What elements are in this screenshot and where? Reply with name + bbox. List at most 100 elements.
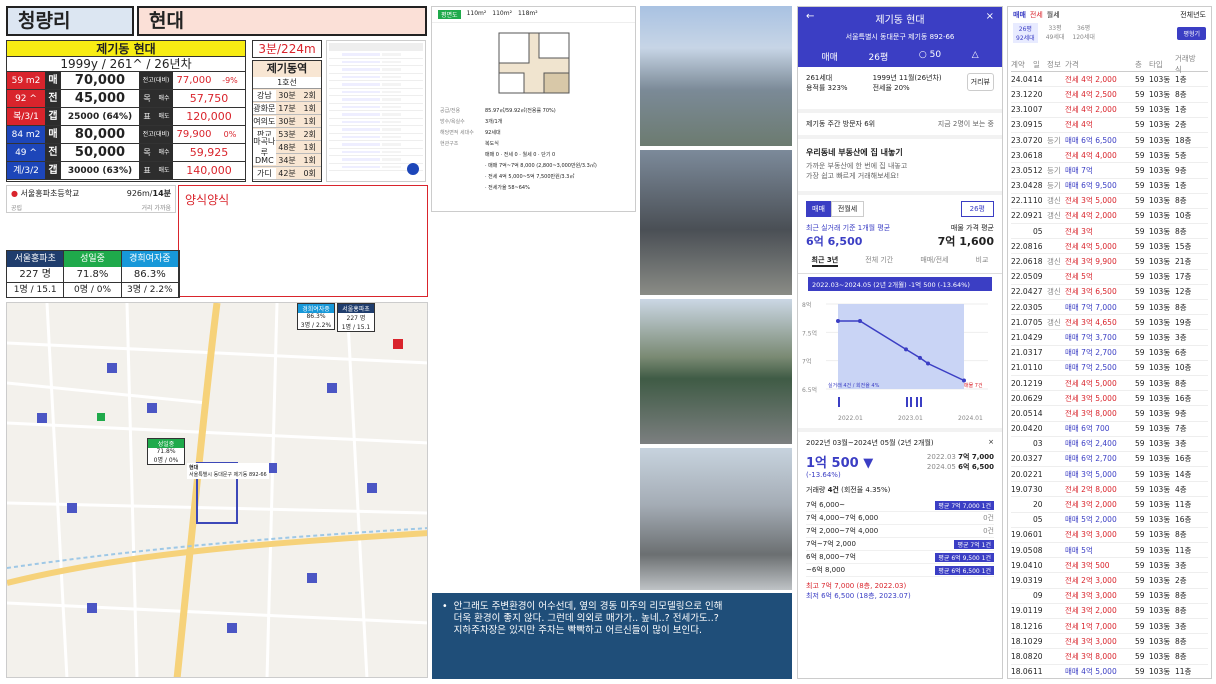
year-filter[interactable]: 전체년도	[1180, 10, 1206, 20]
comment-line: 안그래도 주변환경이 어수선데, 옆의 경동 미주의 리모델링으로 인해	[453, 601, 723, 612]
range-tab[interactable]: 최근 3년	[811, 255, 839, 267]
photo-entrance[interactable]	[640, 150, 792, 295]
tx-row[interactable]: 20 전세 3억 2,000 59 103동 11층	[1011, 497, 1208, 513]
tx-cell: 103동	[1149, 135, 1171, 145]
photo-building-2[interactable]	[640, 448, 792, 590]
mini-row	[329, 156, 423, 164]
tx-row[interactable]: 19.05 08 매매 5억 59 103동 11층	[1011, 543, 1208, 559]
visitors-rank: 제기동 주간 방문자 6위	[806, 120, 876, 128]
tx-size[interactable]: 33평 49세대	[1046, 23, 1065, 43]
tx-row[interactable]: 22.06 18 갱신 전세 3억 9,900 59 103동 21층	[1011, 254, 1208, 270]
floorplan-tab[interactable]: 평면도	[438, 10, 461, 19]
promo-card[interactable]: 우리동네 부동산에 집 내놓기 가까운 부동산에 한 번에 집 내놓고 가장 쉽…	[798, 139, 1002, 195]
tx-row[interactable]: 19.07 30 전세 2억 8,000 59 103동 4층	[1011, 482, 1208, 498]
floorplan-tab[interactable]: 110m²	[492, 10, 512, 19]
tx-row[interactable]: 19.04 10 전세 3억 500 59 103동 3층	[1011, 558, 1208, 574]
size-select[interactable]: 26평	[960, 201, 994, 217]
tx-row[interactable]: 21.07 05 갱신 전세 3억 4,650 59 103동 19층	[1011, 315, 1208, 331]
tx-cell: 59	[1135, 636, 1145, 646]
tx-row[interactable]: 21.04 29 매매 7억 3,700 59 103동 3층	[1011, 330, 1208, 346]
tx-row[interactable]: 22.04 27 갱신 전세 3억 6,500 59 103동 12층	[1011, 285, 1208, 300]
tx-row[interactable]: 20.12 19 전세 4억 5,000 59 103동 8층	[1011, 376, 1208, 392]
tx-row[interactable]: 20.04 20 매매 6억 700 59 103동 7층	[1011, 422, 1208, 437]
tx-row[interactable]: 21.01 10 매매 7억 2,500 59 103동 10층	[1011, 361, 1208, 376]
tx-cell: 전세 2억 8,000	[1065, 484, 1117, 494]
close-icon[interactable]: ×	[986, 11, 994, 26]
tx-row[interactable]: 18.06 11 매매 4억 5,000 59 103동 11층	[1011, 665, 1208, 679]
tx-size[interactable]: 36평 120세대	[1072, 23, 1095, 43]
tx-row[interactable]: 05 전세 3억 59 103동 8층	[1011, 224, 1208, 240]
tx-row[interactable]: 22.05 09 전세 5억 59 103동 17층	[1011, 270, 1208, 285]
tx-cell: 갱신	[1047, 317, 1061, 327]
tx-size[interactable]: 26평 92세대	[1013, 23, 1038, 43]
price-chart[interactable]: 8억 7.5억 7억 6.5억 2022.01 2023.01 2024.01 실거래 4건 …	[798, 294, 1002, 424]
photo-building-1[interactable]	[640, 6, 792, 146]
tx-cell: 19.06	[1011, 530, 1033, 540]
tx-cell: 8층	[1175, 89, 1187, 99]
tx-cell: 21	[1033, 211, 1043, 221]
tab-comments[interactable]: ○ 50	[919, 50, 941, 63]
tx-row[interactable]: 22.09 21 갱신 전세 4억 2,000 59 103동 10층	[1011, 209, 1208, 225]
tx-tab[interactable]: 전세	[1030, 10, 1043, 20]
tx-row[interactable]: 18.10 29 전세 3억 3,000 59 103동 8층	[1011, 634, 1208, 650]
tx-row[interactable]: 22.11 10 갱신 전세 3억 5,000 59 103동 8층	[1011, 194, 1208, 209]
tx-cell: 20.04	[1011, 424, 1033, 434]
tx-row[interactable]: 22.03 05 매매 7억 7,000 59 103동 8층	[1011, 300, 1208, 316]
bell-icon[interactable]: △	[972, 50, 979, 63]
tx-row[interactable]: 19.06 01 전세 3억 3,000 59 103동 8층	[1011, 528, 1208, 543]
tx-row[interactable]: 18.12 16 전세 1억 7,000 59 103동 3층	[1011, 619, 1208, 635]
tx-tab[interactable]: 월세	[1047, 10, 1060, 20]
tx-row[interactable]: 20.02 21 매매 3억 5,000 59 103동 14층	[1011, 467, 1208, 483]
tx-row[interactable]: 23.04 28 등기 매매 6억 9,500 59 103동 1층	[1011, 179, 1208, 194]
tx-row[interactable]: 22.08 16 전세 4억 5,000 59 103동 15층	[1011, 239, 1208, 255]
tx-row[interactable]: 23.07 20 등기 매매 6억 6,500 59 103동 18층	[1011, 133, 1208, 149]
seg-rent[interactable]: 전월세	[830, 201, 865, 217]
tx-cell: 23.09	[1011, 120, 1033, 130]
photo-parking[interactable]	[640, 299, 792, 444]
tx-row[interactable]: 18.08 20 전세 3억 8,000 59 103동 8층	[1011, 649, 1208, 665]
floorplan-tab[interactable]: 110m²	[467, 10, 487, 19]
tx-row[interactable]: 23.06 18 전세 4억 4,000 59 103동 5층	[1011, 148, 1208, 164]
tx-cell: 59	[1135, 257, 1145, 267]
tx-row[interactable]: 20.05 14 전세 3억 8,000 59 103동 9층	[1011, 406, 1208, 422]
tx-row[interactable]: 03 매매 6억 2,400 59 103동 3층	[1011, 437, 1208, 452]
tx-row[interactable]: 23.05 12 등기 매매 7억 59 103동 9층	[1011, 163, 1208, 179]
range-tab[interactable]: 비교	[976, 255, 989, 267]
tx-cell: 59	[1135, 560, 1145, 570]
tx-row[interactable]: 24.04 14 전세 4억 2,000 59 103동 1층	[1011, 72, 1208, 88]
school-link[interactable]: 거리 가까움	[141, 203, 171, 212]
tx-row[interactable]: 19.03 19 전세 2억 3,000 59 103동 2층	[1011, 573, 1208, 589]
tx-row[interactable]: 23.12 20 전세 4억 2,500 59 103동 8층	[1011, 87, 1208, 103]
tx-row[interactable]: 09 전세 3억 3,000 59 103동 8층	[1011, 589, 1208, 604]
tab-trade[interactable]: 매매	[821, 50, 838, 63]
tx-row[interactable]: 21.03 17 매매 7억 2,700 59 103동 6층	[1011, 346, 1208, 361]
close-change-icon[interactable]: ×	[988, 438, 994, 448]
tx-cell: 103동	[1149, 545, 1171, 555]
school-stat-name: 서울홍파초	[7, 251, 64, 267]
back-icon[interactable]: ←	[806, 11, 814, 26]
tx-tab[interactable]: 매매	[1013, 10, 1026, 20]
tx-row[interactable]: 19.01 19 전세 3억 2,000 59 103동 8층	[1011, 604, 1208, 619]
street-view-button[interactable]: 거리뷰	[966, 73, 994, 91]
floorplan-drawing	[498, 32, 569, 94]
tx-row[interactable]: 05 매매 5억 2,000 59 103동 16층	[1011, 513, 1208, 528]
tx-row[interactable]: 23.10 07 전세 4억 2,000 59 103동 1층	[1011, 103, 1208, 118]
map-complex-label[interactable]: 현대 서울특별시 동대문구 제기동 892-66	[187, 463, 269, 479]
range-tab[interactable]: 매매/전세	[920, 255, 948, 267]
volume-bin-range: ~6억 8,000	[806, 566, 846, 574]
volume-bin-range: 7억 2,000~7억 4,000	[806, 527, 879, 535]
tx-row[interactable]: 20.06 29 전세 3억 5,000 59 103동 16층	[1011, 391, 1208, 407]
visitors-more[interactable]: 지금 2명이 보는 중	[938, 119, 994, 129]
size-button[interactable]: 평형기	[1177, 26, 1206, 40]
tab-size[interactable]: 26평	[869, 50, 889, 63]
floorplan-tab[interactable]: 118m²	[518, 10, 538, 19]
tx-cell: 22.04	[1011, 287, 1033, 297]
map[interactable]: 성일중 71.8% 0명 / 0% 경희여자중 86.3% 3명 / 2.2% …	[6, 302, 428, 678]
chart-ytick: 8억	[802, 301, 811, 309]
tx-col: 타입	[1149, 59, 1163, 69]
tx-row[interactable]: 23.09 15 전세 4억 59 103동 2층	[1011, 118, 1208, 133]
tx-size-name: 33평	[1048, 25, 1062, 32]
tx-row[interactable]: 20.03 27 매매 6억 2,700 59 103동 16층	[1011, 452, 1208, 468]
range-tab[interactable]: 전체 기간	[865, 255, 893, 267]
seg-trade[interactable]: 매매	[806, 201, 831, 217]
